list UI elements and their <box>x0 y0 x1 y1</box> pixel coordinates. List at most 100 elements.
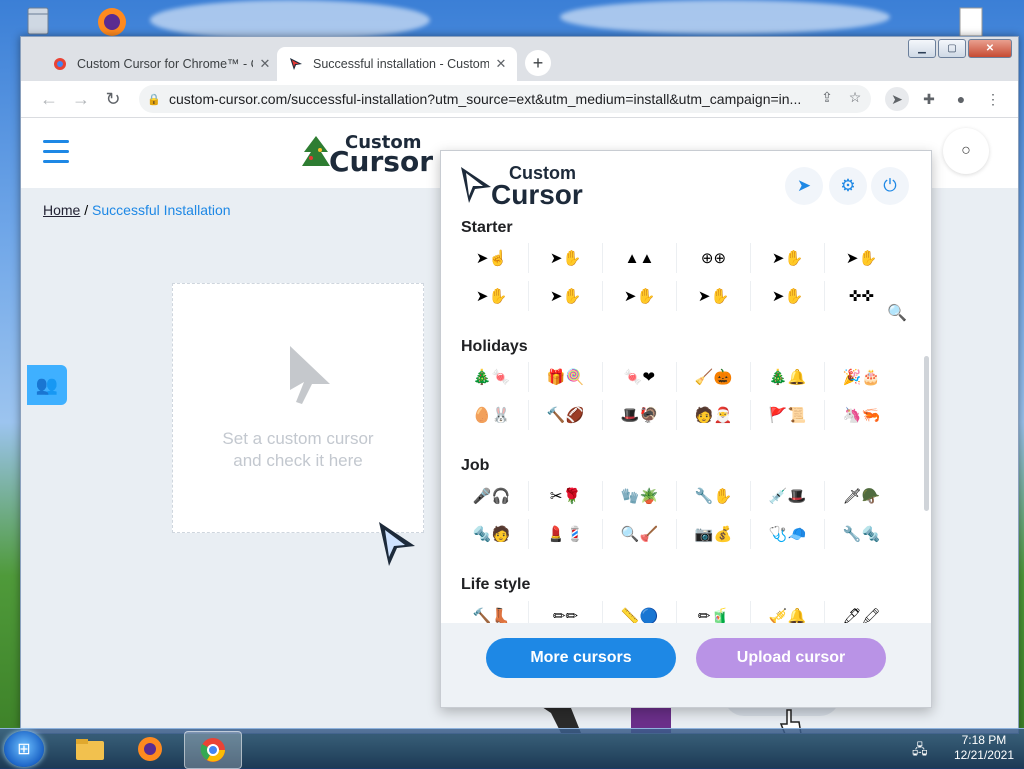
cursor-pack[interactable]: 💉🎩 <box>751 481 825 511</box>
power-icon[interactable]: ⏻ <box>871 167 909 205</box>
category-job-title: Job <box>461 457 490 474</box>
cursor-pack[interactable]: 🔨🏈 <box>529 400 603 430</box>
url-text[interactable]: custom-cursor.com/successful-installatio… <box>169 91 809 107</box>
placeholder-text: Set a custom cursor and check it here <box>173 428 423 472</box>
cursor-pack[interactable]: 📏🔵 <box>603 601 677 623</box>
share-icon[interactable]: ⇪ <box>817 89 837 109</box>
cursor-pack[interactable]: 📷💰 <box>677 519 751 549</box>
clock-time: 7:18 PM <box>961 733 1007 747</box>
explorer-taskbar-icon[interactable] <box>62 731 118 767</box>
cursor-pack[interactable]: ▲▲ <box>603 243 677 273</box>
custom-cursor-extension-icon[interactable]: ➤ <box>885 87 909 111</box>
cursor-row: ➤✋ ➤✋ ➤✋ ➤✋ ➤✋ ✜✜ <box>455 281 898 311</box>
tab-title: Custom Cursor for Chrome™ - C <box>77 57 253 71</box>
firefox-desktop-icon[interactable] <box>92 4 132 40</box>
cursor-pack[interactable]: 🧑🎅 <box>677 400 751 430</box>
clock[interactable]: 7:18 PM 12/21/2021 <box>954 733 1014 763</box>
category-starter-title: Starter <box>461 221 513 236</box>
back-icon[interactable]: ← <box>37 87 61 111</box>
cursor-pack[interactable]: ➤✋ <box>529 281 603 311</box>
cursor-pack[interactable]: 🎤🎧 <box>455 481 529 511</box>
tab-strip: Custom Cursor for Chrome™ - C ✕ Successf… <box>21 37 1018 81</box>
more-cursors-button[interactable]: More cursors <box>486 638 676 678</box>
menu-kebab-icon[interactable]: ⋮ <box>981 87 1005 111</box>
cursor-pack[interactable]: ➤✋ <box>825 243 898 273</box>
hamburger-menu-icon[interactable] <box>43 140 69 170</box>
cursor-pack[interactable]: ➤✋ <box>529 243 603 273</box>
close-tab-icon[interactable]: ✕ <box>493 56 509 72</box>
placeholder-line-1: Set a custom cursor <box>222 429 374 448</box>
settings-gear-icon[interactable]: ⚙ <box>829 167 867 205</box>
new-tab-button[interactable]: + <box>525 50 551 76</box>
bookmark-star-icon[interactable]: ☆ <box>845 89 865 109</box>
reload-icon[interactable]: ↻ <box>101 87 125 111</box>
cursor-pack[interactable]: 🥚🐰 <box>455 400 529 430</box>
tab-custom-cursor-store[interactable]: Custom Cursor for Chrome™ - C ✕ <box>41 47 275 81</box>
christmas-tree-icon <box>302 136 330 166</box>
popup-logo-bottom: Cursor <box>491 179 583 210</box>
cursor-pack[interactable]: ➤✋ <box>603 281 677 311</box>
cursor-pack[interactable]: ➤☝ <box>455 243 529 273</box>
extensions-puzzle-icon[interactable]: ✚ <box>917 87 941 111</box>
recycle-bin-icon[interactable] <box>20 4 60 40</box>
firefox-taskbar-icon[interactable] <box>122 731 178 767</box>
cursor-pack[interactable]: ✜✜ <box>825 281 898 311</box>
profile-avatar-icon[interactable]: ● <box>949 87 973 111</box>
cursor-pack[interactable]: 🧤🪴 <box>603 481 677 511</box>
cursor-pack[interactable]: 🩺🧢 <box>751 519 825 549</box>
cursor-toggle-icon[interactable]: ➤ <box>785 167 823 205</box>
close-window-button[interactable]: ✕ <box>968 39 1012 58</box>
address-bar[interactable]: 🔒 custom-cursor.com/successful-installat… <box>139 85 871 113</box>
cursor-pack[interactable]: ✂🌹 <box>529 481 603 511</box>
cursor-collection-list: 🔍 Starter ➤☝ ➤✋ ▲▲ ⊕⊕ ➤✋ ➤✋ ➤✋ ➤✋ ➤✋ ➤✋ … <box>441 221 931 623</box>
cursor-pack[interactable]: 🎺🔔 <box>751 601 825 623</box>
tab-title: Successful installation - Custom <box>313 57 489 71</box>
cursor-pack[interactable]: 🔍🪠 <box>603 519 677 549</box>
cursor-pack[interactable]: ➤✋ <box>455 281 529 311</box>
cursor-pack[interactable]: 🔧🔩 <box>825 519 898 549</box>
cursor-pack[interactable]: 🎩🦃 <box>603 400 677 430</box>
cursor-pack[interactable]: 🗡🪖 <box>825 481 898 511</box>
minimize-button[interactable]: ▁ <box>908 39 936 58</box>
lock-icon[interactable]: 🔒 <box>147 93 163 106</box>
cursor-pack[interactable]: 🔨👢 <box>455 601 529 623</box>
side-users-button[interactable]: 👥 <box>27 365 67 405</box>
cursor-pack[interactable]: 🎁🍭 <box>529 362 603 392</box>
cursor-pack[interactable]: ✏✏ <box>529 601 603 623</box>
cursor-pack[interactable]: 🧹🎃 <box>677 362 751 392</box>
popup-scrollbar[interactable] <box>924 356 929 511</box>
maximize-button[interactable]: ▢ <box>938 39 966 58</box>
cursor-pack[interactable]: 🖊🖍 <box>825 601 898 623</box>
taskbar: ⊞ 🖧 7:18 PM 12/21/2021 <box>0 728 1024 769</box>
cursor-pack[interactable]: ✏🧃 <box>677 601 751 623</box>
cursor-pack[interactable]: 🎄🔔 <box>751 362 825 392</box>
cursor-pack[interactable]: 💄💈 <box>529 519 603 549</box>
browser-toolbar: ← → ↻ 🔒 custom-cursor.com/successful-ins… <box>21 81 1018 118</box>
site-search-icon[interactable]: ○ <box>943 128 989 174</box>
cursor-pack[interactable]: 🔩🧑 <box>455 519 529 549</box>
tab-successful-installation[interactable]: Successful installation - Custom ✕ <box>277 47 517 81</box>
chrome-web-store-icon <box>53 57 67 71</box>
chrome-taskbar-icon[interactable] <box>184 731 242 769</box>
cursor-pack[interactable]: 🍬❤ <box>603 362 677 392</box>
placeholder-line-2: and check it here <box>233 451 363 470</box>
network-tray-icon[interactable]: 🖧 <box>912 739 928 763</box>
start-button[interactable]: ⊞ <box>4 731 44 767</box>
cursor-pack[interactable]: 🚩📜 <box>751 400 825 430</box>
cursor-pack[interactable]: 🦄🦐 <box>825 400 898 430</box>
cursor-pack[interactable]: ➤✋ <box>751 243 825 273</box>
breadcrumb-home-link[interactable]: Home <box>43 202 80 218</box>
cursor-pack[interactable]: ⊕⊕ <box>677 243 751 273</box>
cursor-pack[interactable]: 🔧✋ <box>677 481 751 511</box>
cursor-pack[interactable]: 🎉🎂 <box>825 362 898 392</box>
popup-footer: More cursors Upload cursor <box>441 623 931 707</box>
cursor-pack[interactable]: ➤✋ <box>751 281 825 311</box>
forward-icon[interactable]: → <box>69 87 93 111</box>
cursor-test-area[interactable]: Set a custom cursor and check it here <box>172 283 424 533</box>
upload-cursor-button[interactable]: Upload cursor <box>696 638 886 678</box>
close-tab-icon[interactable]: ✕ <box>257 56 273 72</box>
cursor-pack[interactable]: 🎄🍬 <box>455 362 529 392</box>
custom-cursor-logo-icon <box>461 167 491 203</box>
mouse-cursor-icon <box>379 522 415 566</box>
cursor-pack[interactable]: ➤✋ <box>677 281 751 311</box>
